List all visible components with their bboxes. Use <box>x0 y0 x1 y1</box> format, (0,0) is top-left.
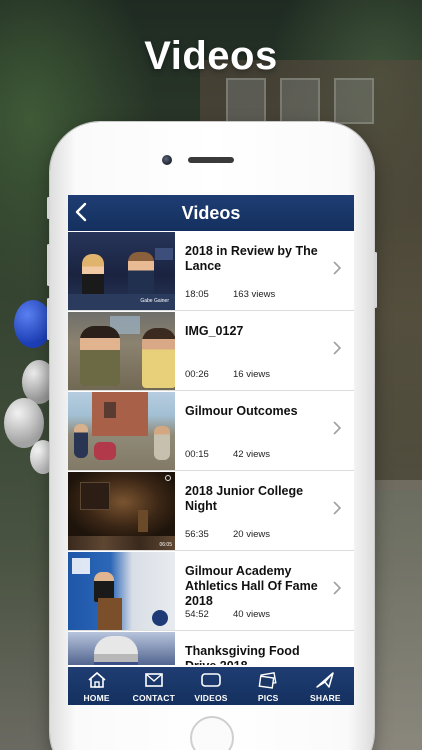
video-list: Gabe Gainer 2018 in Review by The Lance … <box>68 231 354 665</box>
anchor-figure <box>128 252 154 298</box>
video-title: 2018 in Review by The Lance <box>185 244 318 273</box>
volume-up-button <box>47 244 50 286</box>
tab-videos[interactable]: VIDEOS <box>182 667 239 705</box>
tab-label: CONTACT <box>132 693 175 703</box>
video-row[interactable]: Gabe Gainer 2018 in Review by The Lance … <box>68 231 354 311</box>
video-row[interactable]: IMG_0127 00:26 16 views <box>68 311 354 391</box>
power-button <box>374 252 377 308</box>
video-duration: 54:52 <box>185 609 209 620</box>
video-row[interactable]: Thanksgiving Food Drive 2018 <box>68 631 354 665</box>
video-icon <box>182 671 239 693</box>
thumbnail-caption: Gabe Gainer <box>140 298 169 304</box>
video-title: Gilmour Outcomes <box>185 404 298 418</box>
video-meta: 18:05 163 views <box>185 289 275 300</box>
background-window <box>226 78 266 124</box>
student-figure <box>142 328 175 388</box>
anchor-figure <box>82 254 104 298</box>
banner <box>72 558 90 574</box>
video-views: 16 views <box>233 369 270 380</box>
front-camera <box>162 155 172 165</box>
video-thumbnail <box>68 312 175 390</box>
thumbnail-timestamp: 06:05 <box>159 542 172 548</box>
tab-label: PICS <box>257 693 279 703</box>
video-row[interactable]: 06:05 2018 Junior College Night 56:35 20 … <box>68 471 354 551</box>
app-screen: Videos Gabe Gainer 2018 in Review by The… <box>68 195 354 705</box>
video-thumbnail: Gabe Gainer <box>68 232 175 310</box>
video-duration: 56:35 <box>185 529 209 540</box>
home-icon <box>68 671 125 693</box>
volume-down-button <box>47 298 50 340</box>
earpiece-speaker <box>188 157 234 163</box>
video-meta: 56:35 20 views <box>185 529 270 540</box>
video-views: 42 views <box>233 449 270 460</box>
video-thumbnail: 06:05 <box>68 472 175 550</box>
share-icon <box>297 671 354 693</box>
navigation-bar: Videos <box>68 195 354 231</box>
video-views: 163 views <box>233 289 276 300</box>
home-button[interactable] <box>190 716 234 750</box>
page-title: Videos <box>181 203 241 223</box>
chevron-right-icon <box>332 501 344 517</box>
video-title: Thanksgiving Food Drive 2018 <box>185 644 300 665</box>
video-meta: 00:26 16 views <box>185 369 270 380</box>
video-row[interactable]: Gilmour Outcomes 00:15 42 views <box>68 391 354 471</box>
video-duration: 00:26 <box>185 369 209 380</box>
background-window <box>280 78 320 124</box>
info-icon <box>165 475 171 481</box>
student-figure <box>80 326 120 386</box>
video-thumbnail <box>68 552 175 630</box>
video-thumbnail <box>68 632 175 665</box>
school-logo <box>152 610 168 626</box>
thumbnail-window <box>104 402 116 418</box>
chevron-right-icon <box>332 341 344 357</box>
student-figure <box>94 442 116 460</box>
tab-label: SHARE <box>310 693 341 703</box>
tab-bar: HOME CONTACT VIDEOS PICS SHARE <box>68 667 354 705</box>
podium <box>98 598 122 630</box>
video-title: Gilmour Academy Athletics Hall Of Fame 2… <box>185 564 318 608</box>
tab-pics[interactable]: PICS <box>240 667 297 705</box>
video-meta: 00:15 42 views <box>185 449 270 460</box>
mute-switch <box>47 197 50 219</box>
thumbnail-building <box>92 392 148 436</box>
mascot-figure <box>94 636 138 665</box>
video-title: IMG_0127 <box>185 324 244 338</box>
chevron-right-icon <box>332 581 344 597</box>
tab-contact[interactable]: CONTACT <box>125 667 182 705</box>
tab-home[interactable]: HOME <box>68 667 125 705</box>
video-thumbnail <box>68 392 175 470</box>
video-row[interactable]: Gilmour Academy Athletics Hall Of Fame 2… <box>68 551 354 631</box>
tab-label: HOME <box>83 693 110 703</box>
photos-icon <box>240 671 297 693</box>
student-figure <box>154 426 170 460</box>
chevron-right-icon <box>332 421 344 437</box>
projection-screen <box>80 482 110 510</box>
video-duration: 00:15 <box>185 449 209 460</box>
news-desk-logo <box>155 248 173 260</box>
student-figure <box>74 424 88 458</box>
video-meta: 54:52 40 views <box>185 609 270 620</box>
video-views: 40 views <box>233 609 270 620</box>
tab-share[interactable]: SHARE <box>297 667 354 705</box>
podium <box>138 510 148 532</box>
tab-label: VIDEOS <box>194 693 228 703</box>
background-window <box>334 78 374 124</box>
video-duration: 18:05 <box>185 289 209 300</box>
chevron-right-icon <box>332 261 344 277</box>
video-title: 2018 Junior College Night <box>185 484 304 513</box>
envelope-icon <box>125 671 182 693</box>
promo-headline: Videos <box>144 34 278 78</box>
video-views: 20 views <box>233 529 270 540</box>
